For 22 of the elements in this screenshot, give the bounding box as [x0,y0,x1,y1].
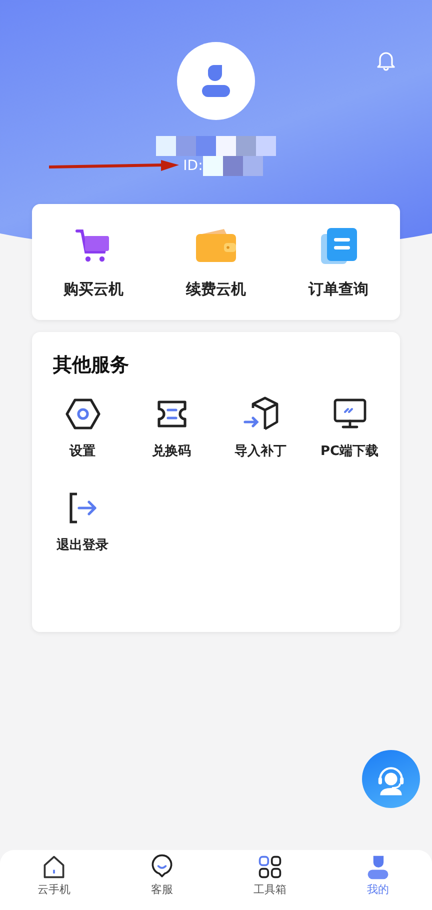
quick-action[interactable]: 订单查询 [308,226,369,298]
section-title: 其他服务 [53,353,130,378]
redacted-id-drawing [202,156,263,176]
tab[interactable]: 我的 [348,854,408,910]
settings-icon [64,396,100,432]
grid-icon [257,854,283,880]
home-icon [41,854,67,880]
service-item[interactable]: PC端下载 [305,396,394,460]
quick-action[interactable]: 购买云机 [63,226,124,298]
id-label: ID: [183,158,203,174]
document-icon [318,226,359,266]
tab[interactable]: 云手机 [24,854,84,910]
service-item[interactable]: 退出登录 [38,490,127,554]
box-icon [242,396,278,432]
tab[interactable]: 工具箱 [240,854,300,910]
service-item[interactable]: 兑换码 [127,396,216,460]
service-item[interactable]: 导入补丁 [216,396,305,460]
person-icon [365,854,391,880]
tab[interactable]: 客服 [132,854,192,910]
service-item[interactable]: 设置 [38,396,127,460]
quick-action[interactable]: 续费云机 [186,226,246,298]
chat-bubble-icon [149,854,175,880]
